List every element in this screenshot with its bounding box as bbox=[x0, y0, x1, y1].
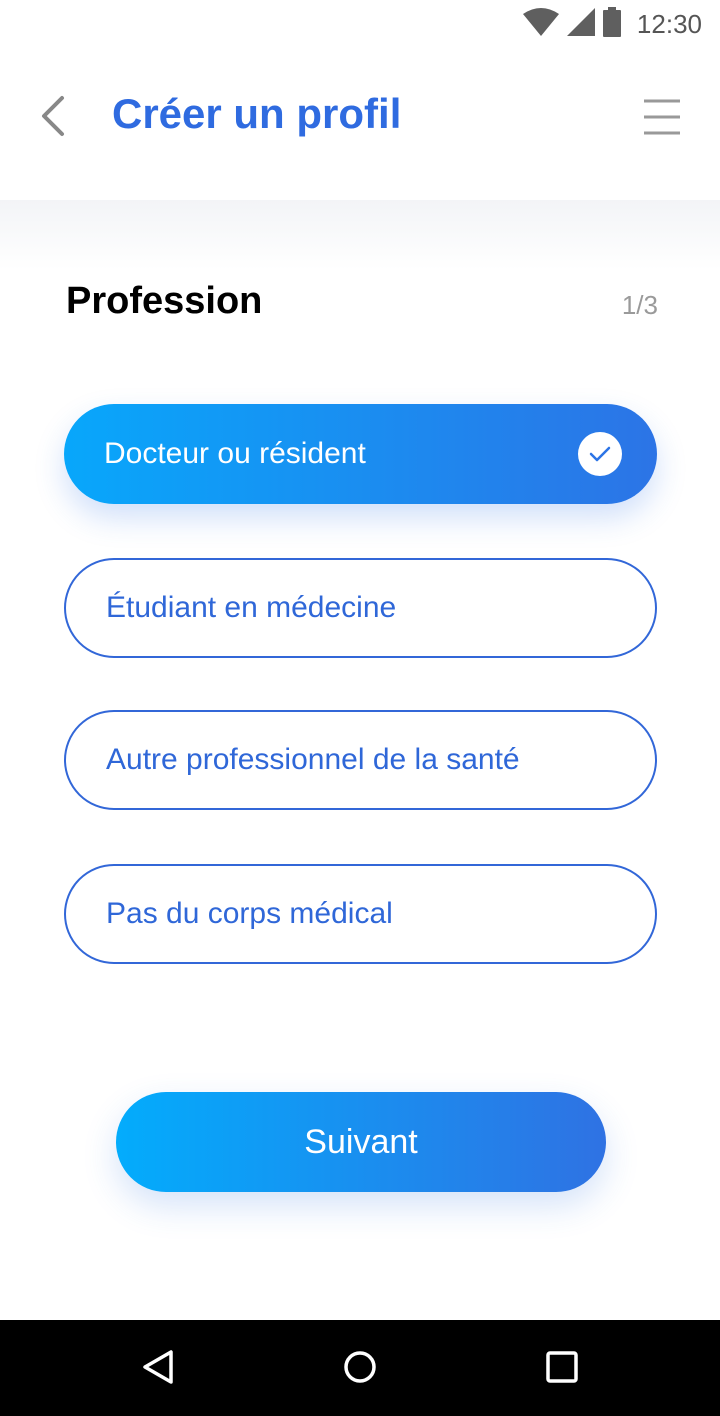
home-circle-icon bbox=[342, 1349, 378, 1390]
section-title: Profession bbox=[66, 280, 263, 322]
status-time: 12:30 bbox=[636, 8, 702, 39]
chevron-left-icon bbox=[38, 94, 68, 143]
battery-icon bbox=[602, 6, 621, 42]
page-title: Créer un profil bbox=[112, 90, 402, 137]
next-button-label: Suivant bbox=[304, 1122, 418, 1161]
option-etudiant-en-medecine[interactable]: Étudiant en médecine bbox=[64, 558, 657, 658]
nav-back-button[interactable] bbox=[134, 1344, 184, 1394]
option-label: Autre professionnel de la santé bbox=[106, 743, 520, 776]
wifi-icon bbox=[522, 7, 559, 41]
option-label: Étudiant en médecine bbox=[106, 591, 397, 624]
nav-home-button[interactable] bbox=[335, 1344, 385, 1394]
status-icons: 12:30 bbox=[522, 6, 702, 42]
menu-button[interactable] bbox=[636, 94, 688, 144]
option-label: Pas du corps médical bbox=[106, 897, 393, 930]
option-autre-professionnel[interactable]: Autre professionnel de la santé bbox=[64, 710, 657, 810]
status-bar: 12:30 bbox=[0, 0, 720, 48]
nav-recents-button[interactable] bbox=[537, 1344, 587, 1394]
option-docteur-ou-resident[interactable]: Docteur ou résident bbox=[64, 404, 657, 504]
profile-form: Profession 1/3 Docteur ou résident Étudi… bbox=[0, 200, 720, 1320]
step-indicator: 1/3 bbox=[621, 290, 658, 320]
signal-icon bbox=[566, 7, 595, 41]
check-icon bbox=[578, 432, 622, 476]
back-button[interactable] bbox=[28, 88, 78, 148]
option-pas-du-corps-medical[interactable]: Pas du corps médical bbox=[64, 864, 657, 964]
recents-square-icon bbox=[544, 1349, 580, 1390]
next-button[interactable]: Suivant bbox=[116, 1092, 606, 1192]
hamburger-menu-icon bbox=[642, 97, 682, 142]
system-nav-bar bbox=[0, 1320, 720, 1416]
back-triangle-icon bbox=[141, 1349, 177, 1390]
option-label: Docteur ou résident bbox=[104, 437, 366, 470]
app-bar: Créer un profil bbox=[0, 48, 720, 200]
